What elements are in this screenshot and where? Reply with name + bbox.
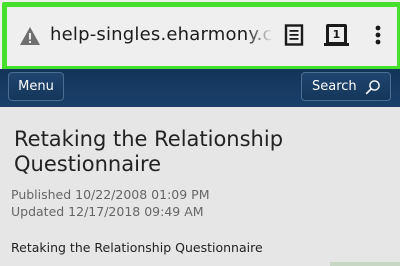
search-button[interactable]: Search (301, 72, 391, 101)
address-bar[interactable]: help-singles.eharmony.com/ (7, 7, 280, 66)
tab-switcher-underline (324, 43, 349, 46)
page-title: Retaking the Relationship Questionnaire (14, 127, 284, 176)
site-header: Menu Search (0, 69, 400, 107)
bottom-strip (330, 262, 400, 266)
warning-triangle-icon[interactable] (19, 25, 41, 47)
url-fade (246, 7, 280, 66)
overflow-menu-icon[interactable] (371, 24, 385, 46)
published-date: Published 10/22/2008 01:09 PM (11, 187, 210, 202)
search-button-label: Search (312, 79, 357, 94)
tab-switcher-icon[interactable]: 1 (326, 24, 347, 45)
browser-toolbar: help-singles.eharmony.com/ 1 (0, 0, 400, 71)
search-icon (365, 80, 380, 95)
menu-button[interactable]: Menu (8, 72, 64, 101)
article-subtitle: Retaking the Relationship Questionnaire (11, 240, 263, 255)
reader-mode-icon[interactable] (283, 24, 305, 46)
updated-date: Updated 12/17/2018 09:49 AM (11, 204, 204, 219)
